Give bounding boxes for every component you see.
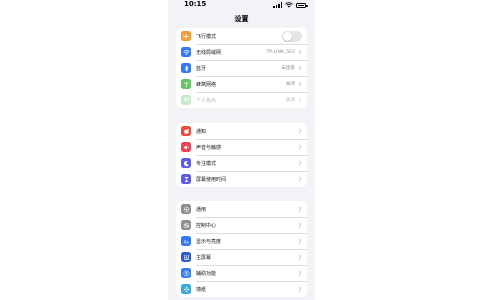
row-label: 蜂窝网络	[196, 81, 217, 88]
display-icon: AA	[181, 236, 191, 246]
network-group: 飞行模式 无线局域网 TP-LINK_5E0 蓝牙 未连接 蜂窝网络 关闭 个人…	[176, 28, 307, 108]
row-label: 辅助功能	[196, 270, 217, 277]
row-label: 控制中心	[196, 222, 217, 229]
row-label: 屏幕使用时间	[196, 176, 227, 183]
row-label: 专注模式	[196, 160, 217, 167]
chevron-right-icon	[298, 144, 302, 150]
status-icons	[273, 2, 308, 8]
hotspot-status: 关闭	[285, 98, 295, 103]
bluetooth-icon	[181, 63, 191, 73]
row-label: 主屏幕	[196, 254, 212, 261]
airplane-icon	[181, 31, 191, 41]
chevron-right-icon	[298, 206, 302, 212]
row-notifications[interactable]: 通知	[176, 123, 307, 139]
row-accessibility[interactable]: 辅助功能	[176, 265, 307, 281]
row-label: 通知	[196, 128, 207, 135]
accessibility-icon	[181, 268, 191, 278]
home-screen-icon	[181, 252, 191, 262]
row-personal-hotspot[interactable]: 个人热点 关闭	[176, 92, 307, 108]
row-sounds-haptics[interactable]: 声音与触感	[176, 139, 307, 155]
status-time: 10:15	[184, 0, 207, 8]
cellular-icon	[181, 79, 191, 89]
control-center-icon	[181, 220, 191, 230]
chevron-right-icon	[298, 270, 302, 276]
row-label: 无线局域网	[196, 49, 222, 56]
page-title: 设置	[234, 15, 249, 23]
row-wifi[interactable]: 无线局域网 TP-LINK_5E0	[176, 44, 307, 60]
row-screen-time[interactable]: 屏幕使用时间	[176, 171, 307, 187]
chevron-right-icon	[298, 81, 302, 87]
row-home-screen[interactable]: 主屏幕	[176, 249, 307, 265]
chevron-right-icon	[298, 65, 302, 71]
row-control-center[interactable]: 控制中心	[176, 217, 307, 233]
row-label: 墙纸	[196, 286, 207, 293]
sound-icon	[181, 142, 191, 152]
hourglass-icon	[181, 174, 191, 184]
battery-icon	[296, 2, 308, 8]
row-cellular[interactable]: 蜂窝网络 关闭	[176, 76, 307, 92]
chevron-right-icon	[298, 222, 302, 228]
notifications-group: 通知 声音与触感 专注模式 屏幕使用时间	[176, 123, 307, 187]
general-group: 通用 控制中心 AA 显示与亮度 主屏幕 辅助功能 墙纸	[176, 201, 307, 297]
row-focus[interactable]: 专注模式	[176, 155, 307, 171]
wallpaper-icon	[181, 284, 191, 294]
settings-screen: 10:15 设置 飞行模式 无线局域网 TP-LINK_5E0 蓝牙 未连接 蜂…	[168, 0, 315, 300]
row-label: 显示与亮度	[196, 238, 222, 245]
wifi-network-name: TP-LINK_5E0	[266, 49, 295, 55]
row-label: 个人热点	[196, 97, 217, 104]
chevron-right-icon	[298, 254, 302, 260]
chevron-right-icon	[298, 49, 302, 55]
chevron-right-icon	[298, 160, 302, 166]
row-label: 通用	[196, 206, 207, 213]
row-general[interactable]: 通用	[176, 201, 307, 217]
cellular-status: 关闭	[285, 82, 295, 87]
gear-icon	[181, 204, 191, 214]
bluetooth-status: 未连接	[281, 66, 295, 71]
row-airplane-mode[interactable]: 飞行模式	[176, 28, 307, 44]
wifi-status-icon	[285, 2, 293, 8]
row-display-brightness[interactable]: AA 显示与亮度	[176, 233, 307, 249]
row-label: 声音与触感	[196, 144, 222, 151]
row-label: 飞行模式	[196, 33, 217, 40]
row-label: 蓝牙	[196, 65, 207, 72]
hotspot-icon	[181, 95, 191, 105]
airplane-mode-toggle[interactable]	[282, 30, 302, 42]
status-bar: 10:15	[168, 0, 315, 10]
chevron-right-icon	[298, 286, 302, 292]
svg-text:A: A	[186, 240, 189, 244]
row-bluetooth[interactable]: 蓝牙 未连接	[176, 60, 307, 76]
chevron-right-icon	[298, 128, 302, 134]
chevron-right-icon	[298, 176, 302, 182]
signal-icon	[273, 2, 282, 8]
moon-icon	[181, 158, 191, 168]
wifi-icon	[181, 47, 191, 57]
row-wallpaper[interactable]: 墙纸	[176, 281, 307, 297]
notification-icon	[181, 126, 191, 136]
chevron-right-icon	[298, 238, 302, 244]
chevron-right-icon	[298, 97, 302, 103]
